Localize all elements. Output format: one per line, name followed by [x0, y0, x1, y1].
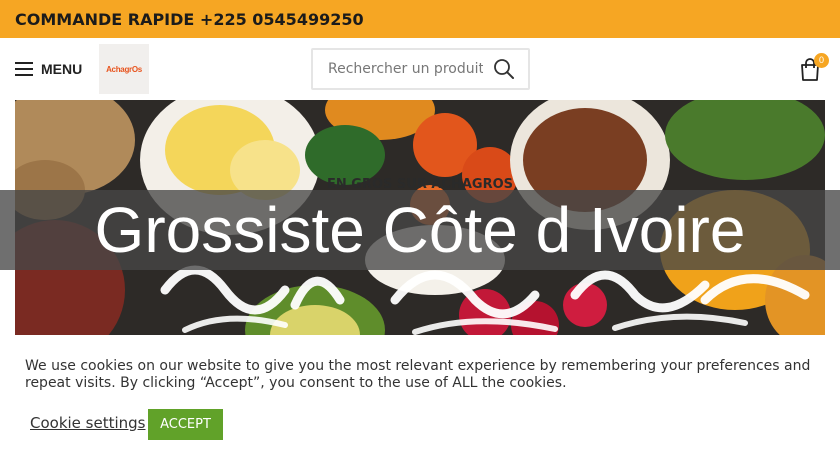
- hamburger-icon: [15, 62, 33, 76]
- menu-label: MENU: [41, 61, 83, 77]
- menu-button[interactable]: MENU: [15, 59, 82, 79]
- quick-order-bar: COMMANDE RAPIDE +225 0545499250: [0, 0, 840, 38]
- cart-button[interactable]: 0: [799, 53, 829, 84]
- cookie-settings-link[interactable]: Cookie settings: [30, 414, 146, 432]
- cart-count-badge: 0: [814, 53, 829, 68]
- logo-text: AchagrOs: [106, 64, 142, 74]
- site-header: MENU AchagrOs 0: [0, 38, 840, 100]
- search-icon[interactable]: [493, 58, 515, 80]
- cookie-message: We use cookies on our website to give yo…: [25, 358, 811, 391]
- hero-title-overlay: Grossiste Côte d Ivoire: [0, 190, 840, 270]
- hero-title: Grossiste Côte d Ivoire: [94, 194, 746, 266]
- search-input[interactable]: [313, 50, 483, 88]
- quick-order-text: COMMANDE RAPIDE +225 0545499250: [15, 9, 364, 29]
- site-logo[interactable]: AchagrOs: [99, 44, 149, 94]
- accept-cookies-button[interactable]: ACCEPT: [148, 409, 223, 440]
- hero-kicker: EN GROS SUR ACHAGROS: [327, 177, 513, 192]
- cookie-banner: We use cookies on our website to give yo…: [0, 335, 840, 460]
- search-box: [311, 48, 530, 90]
